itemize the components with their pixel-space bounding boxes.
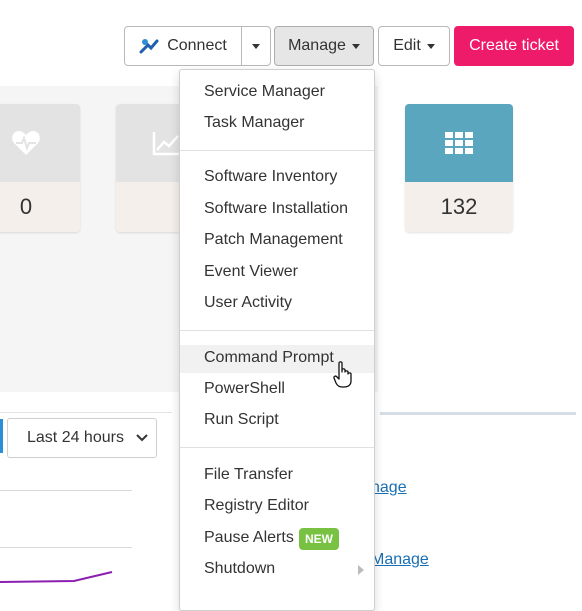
menu-divider [180,330,374,331]
tile-applications[interactable]: 132 [405,104,513,232]
menu-divider [180,150,374,151]
chart-gridline [0,547,132,548]
caret-down-icon [351,43,360,49]
edit-button[interactable]: Edit [378,26,450,66]
menu-item-service-manager[interactable]: Service Manager [180,79,374,107]
activity-chart-line [0,571,113,583]
menu-item-user-activity[interactable]: User Activity [180,290,374,318]
menu-item-pause-alerts[interactable]: Pause Alerts NEW [180,525,374,553]
connect-dropdown-toggle[interactable] [241,26,271,66]
menu-item-registry-editor[interactable]: Registry Editor [180,493,374,521]
right-card [380,412,576,598]
menu-item-patch-management[interactable]: Patch Management [180,227,374,255]
create-ticket-label: Create ticket [469,37,559,54]
edit-label: Edit [393,37,421,54]
menu-item-software-inventory[interactable]: Software Inventory [180,164,374,192]
hand-cursor-icon [333,361,352,388]
manage-link[interactable]: Manage [371,551,429,569]
tile-health[interactable]: 0 [0,104,80,232]
menu-item-run-script[interactable]: Run Script [180,407,374,435]
chart-gridline [0,490,132,491]
manage-label: Manage [288,37,346,54]
heart-pulse-icon [0,104,80,182]
caret-down-icon [252,43,260,49]
manage-button[interactable]: Manage [274,26,374,66]
menu-item-shutdown[interactable]: Shutdown [180,556,374,584]
tile-value: 132 [405,182,513,232]
manage-link-partial[interactable]: nage [371,479,407,497]
time-range-select[interactable]: Last 24 hours [7,418,157,458]
menu-item-software-installation[interactable]: Software Installation [180,196,374,224]
tile-value: 0 [0,182,80,232]
time-range-value: Last 24 hours [27,429,124,446]
new-badge: NEW [299,528,339,550]
toggle-edge[interactable] [0,419,3,453]
caret-down-icon [426,43,435,49]
chevron-down-icon [136,434,148,442]
create-ticket-button[interactable]: Create ticket [454,26,574,66]
menu-item-file-transfer[interactable]: File Transfer [180,462,374,490]
connect-label: Connect [167,37,227,54]
grid-apps-icon [405,104,513,182]
manage-dropdown-menu: Service Manager Task Manager Software In… [179,69,375,611]
menu-item-task-manager[interactable]: Task Manager [180,110,374,138]
chevron-right-icon [358,565,364,575]
menu-item-event-viewer[interactable]: Event Viewer [180,259,374,287]
menu-divider [180,447,374,448]
connect-button[interactable]: Connect [124,26,242,66]
connect-icon [139,39,159,54]
